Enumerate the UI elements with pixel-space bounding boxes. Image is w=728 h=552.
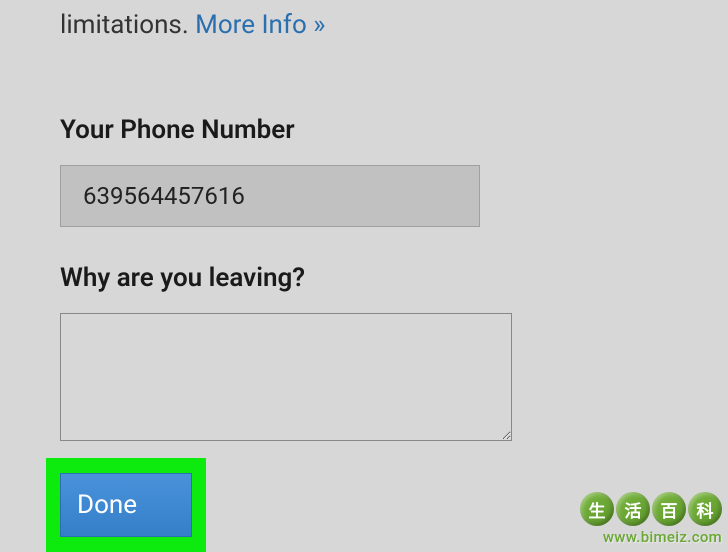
phone-number-input[interactable] [60,165,480,227]
leaving-reason-label: Why are you leaving? [60,263,678,293]
watermark-char: 生 [580,492,614,526]
watermark-char: 活 [616,492,650,526]
info-text-partial: limitations. [60,10,195,40]
leaving-reason-textarea[interactable] [60,313,512,441]
watermark-char: 百 [652,492,686,526]
watermark-chinese-logo: 生 活 百 科 [580,492,722,526]
watermark-url: www.bimeiz.com [603,528,722,546]
done-button[interactable]: Done [60,473,192,537]
watermark: 生 活 百 科 www.bimeiz.com [580,492,722,546]
done-highlight-box: Done [46,458,206,552]
more-info-link[interactable]: More Info » [195,10,325,40]
phone-number-label: Your Phone Number [60,115,678,145]
info-text: limitations. More Info » [60,6,678,45]
watermark-char: 科 [688,492,722,526]
